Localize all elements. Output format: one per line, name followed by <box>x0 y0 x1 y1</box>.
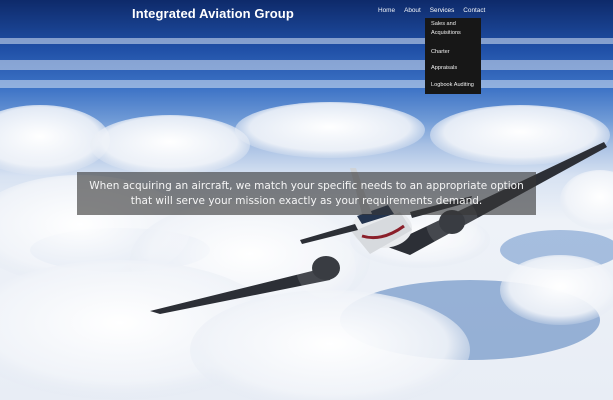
header-bar: Integrated Aviation Group Home About Ser… <box>0 0 613 28</box>
main-nav: Home About Services Contact <box>378 7 494 14</box>
menu-item-charter[interactable]: Charter <box>431 48 450 57</box>
nav-services[interactable]: Services <box>430 7 455 14</box>
hero-caption: When acquiring an aircraft, we match you… <box>77 172 536 215</box>
nav-about[interactable]: About <box>404 7 421 14</box>
services-dropdown: Sales and Acquisitions Charter Appraisal… <box>425 18 481 94</box>
menu-item-sales-line2: Acquisitions <box>431 30 461 36</box>
site-title[interactable]: Integrated Aviation Group <box>132 6 294 21</box>
menu-item-sales-acquisitions[interactable]: Sales and Acquisitions <box>431 20 461 38</box>
nav-home[interactable]: Home <box>378 7 395 14</box>
menu-item-sales-line1: Sales and <box>431 21 456 27</box>
menu-item-logbook-auditing[interactable]: Logbook Auditing <box>431 81 474 90</box>
menu-item-appraisals[interactable]: Appraisals <box>431 64 457 73</box>
nav-contact[interactable]: Contact <box>463 7 485 14</box>
